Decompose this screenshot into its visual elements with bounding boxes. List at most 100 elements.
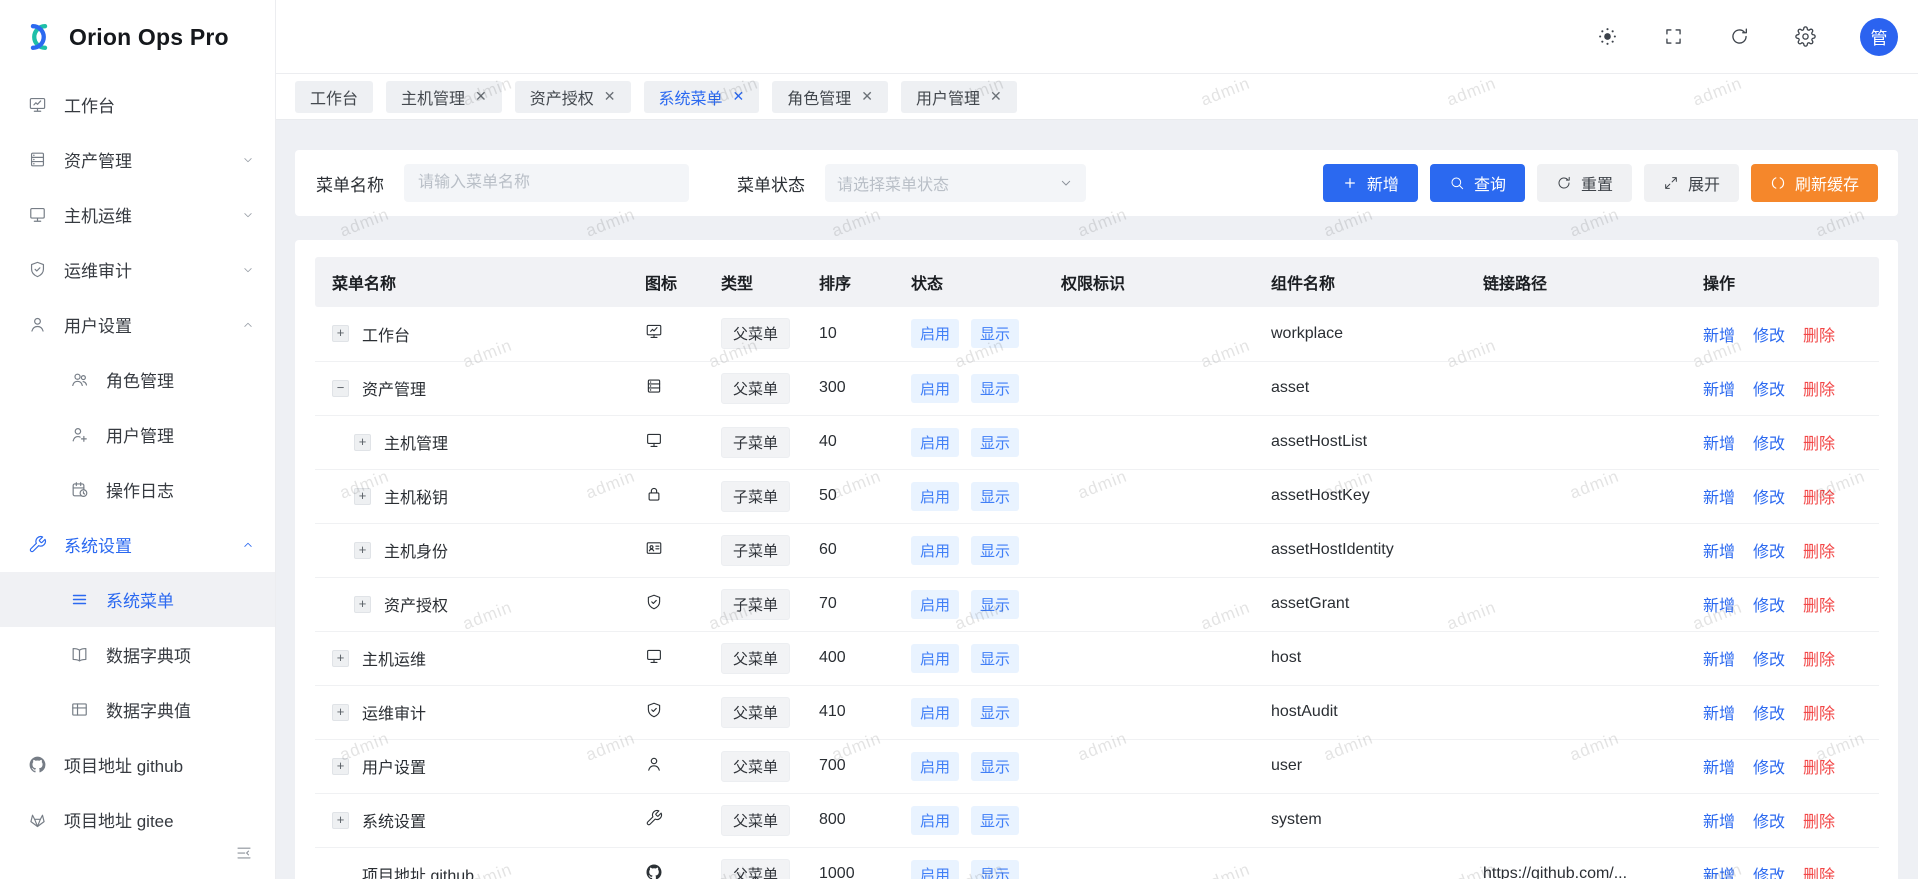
- row-delete-link[interactable]: 删除: [1803, 382, 1835, 399]
- tab-label: 工作台: [310, 85, 358, 109]
- tree-node: −资产管理: [315, 376, 645, 400]
- tabstrip: 工作台 主机管理✕ 资产授权✕ 系统菜单✕ 角色管理✕ 用户管理✕: [276, 74, 1918, 120]
- expand-toggle[interactable]: +: [354, 596, 371, 613]
- tab-role-management[interactable]: 角色管理✕: [772, 81, 888, 113]
- row-add-link[interactable]: 新增: [1703, 328, 1735, 345]
- button-label: 重置: [1581, 171, 1613, 195]
- avatar[interactable]: 管: [1860, 18, 1898, 56]
- row-edit-link[interactable]: 修改: [1753, 490, 1785, 507]
- row-add-link[interactable]: 新增: [1703, 652, 1735, 669]
- status-badge: 显示: [971, 482, 1019, 511]
- shield-check-icon: [645, 701, 663, 719]
- row-edit-link[interactable]: 修改: [1753, 868, 1785, 879]
- row-add-link[interactable]: 新增: [1703, 598, 1735, 615]
- expand-toggle[interactable]: +: [332, 650, 349, 667]
- expand-toggle[interactable]: +: [354, 542, 371, 559]
- sidebar-item-label: 工作台: [64, 92, 255, 117]
- refresh-cache-button[interactable]: 刷新缓存: [1751, 164, 1878, 202]
- row-add-link[interactable]: 新增: [1703, 544, 1735, 561]
- menu-type-cell: 子菜单: [721, 469, 819, 523]
- expand-button[interactable]: 展开: [1644, 164, 1739, 202]
- tab-system-menu[interactable]: 系统菜单✕: [644, 81, 760, 113]
- sidebar-item-dict-items[interactable]: 数据字典项: [0, 627, 275, 682]
- add-button[interactable]: 新增: [1323, 164, 1418, 202]
- sidebar-item-user-management[interactable]: 用户管理: [0, 407, 275, 462]
- row-edit-link[interactable]: 修改: [1753, 382, 1785, 399]
- table-row: +工作台父菜单10启用显示workplace新增修改删除: [315, 307, 1879, 361]
- status-badge: 显示: [971, 860, 1019, 879]
- row-delete-link[interactable]: 删除: [1803, 544, 1835, 561]
- sidebar-item-project-github[interactable]: 项目地址 github: [0, 737, 275, 792]
- menu-name: 主机运维: [362, 646, 426, 670]
- expand-toggle[interactable]: +: [332, 758, 349, 775]
- menu-permission-cell: [1061, 361, 1271, 415]
- theme-toggle-button[interactable]: [1596, 26, 1618, 48]
- menu-name: 主机管理: [384, 430, 448, 454]
- sidebar-item-dict-values[interactable]: 数据字典值: [0, 682, 275, 737]
- row-delete-link[interactable]: 删除: [1803, 598, 1835, 615]
- expand-toggle[interactable]: +: [332, 704, 349, 721]
- row-delete-link[interactable]: 删除: [1803, 706, 1835, 723]
- sidebar-item-workbench[interactable]: 工作台: [0, 77, 275, 132]
- expand-toggle[interactable]: +: [332, 812, 349, 829]
- row-add-link[interactable]: 新增: [1703, 706, 1735, 723]
- sidebar-item-user-settings[interactable]: 用户设置: [0, 297, 275, 352]
- menu-icon-cell: [645, 577, 721, 631]
- tab-asset-grant[interactable]: 资产授权✕: [515, 81, 631, 113]
- row-edit-link[interactable]: 修改: [1753, 760, 1785, 777]
- row-delete-link[interactable]: 删除: [1803, 760, 1835, 777]
- tab-close-icon[interactable]: ✕: [475, 88, 487, 105]
- sidebar-item-host-ops[interactable]: 主机运维: [0, 187, 275, 242]
- row-add-link[interactable]: 新增: [1703, 490, 1735, 507]
- row-edit-link[interactable]: 修改: [1753, 814, 1785, 831]
- row-delete-link[interactable]: 删除: [1803, 814, 1835, 831]
- menu-name-cell: +系统设置: [315, 793, 645, 847]
- expand-toggle[interactable]: +: [354, 488, 371, 505]
- tab-workbench[interactable]: 工作台: [295, 81, 373, 113]
- expand-toggle[interactable]: +: [332, 325, 349, 342]
- row-edit-link[interactable]: 修改: [1753, 436, 1785, 453]
- sidebar-item-asset-management[interactable]: 资产管理: [0, 132, 275, 187]
- menu-component-cell: [1271, 847, 1483, 879]
- query-button[interactable]: 查询: [1430, 164, 1525, 202]
- expand-toggle[interactable]: +: [354, 434, 371, 451]
- row-add-link[interactable]: 新增: [1703, 868, 1735, 879]
- row-edit-link[interactable]: 修改: [1753, 598, 1785, 615]
- menu-permission-cell: [1061, 685, 1271, 739]
- sidebar-item-system-settings[interactable]: 系统设置: [0, 517, 275, 572]
- tab-close-icon[interactable]: ✕: [604, 88, 616, 105]
- sidebar-item-project-gitee[interactable]: 项目地址 gitee: [0, 792, 275, 847]
- row-edit-link[interactable]: 修改: [1753, 652, 1785, 669]
- tab-close-icon[interactable]: ✕: [990, 88, 1002, 105]
- tab-close-icon[interactable]: ✕: [733, 88, 745, 105]
- row-delete-link[interactable]: 删除: [1803, 436, 1835, 453]
- sidebar-item-ops-audit[interactable]: 运维审计: [0, 242, 275, 297]
- lock-icon: [645, 485, 663, 503]
- row-edit-link[interactable]: 修改: [1753, 328, 1785, 345]
- tab-user-management[interactable]: 用户管理✕: [901, 81, 1017, 113]
- reset-button[interactable]: 重置: [1537, 164, 1632, 202]
- row-delete-link[interactable]: 删除: [1803, 652, 1835, 669]
- row-edit-link[interactable]: 修改: [1753, 544, 1785, 561]
- sidebar-collapse-button[interactable]: [235, 844, 253, 865]
- reload-button[interactable]: [1728, 26, 1750, 48]
- tab-close-icon[interactable]: ✕: [861, 88, 873, 105]
- fullscreen-button[interactable]: [1662, 26, 1684, 48]
- row-add-link[interactable]: 新增: [1703, 814, 1735, 831]
- sidebar-item-operation-logs[interactable]: 操作日志: [0, 462, 275, 517]
- row-delete-link[interactable]: 删除: [1803, 868, 1835, 879]
- status-badge: 显示: [971, 752, 1019, 781]
- row-edit-link[interactable]: 修改: [1753, 706, 1785, 723]
- row-delete-link[interactable]: 删除: [1803, 328, 1835, 345]
- row-delete-link[interactable]: 删除: [1803, 490, 1835, 507]
- menu-status-select[interactable]: 请选择菜单状态: [825, 164, 1086, 202]
- sidebar-item-role-management[interactable]: 角色管理: [0, 352, 275, 407]
- menu-name-input[interactable]: [404, 164, 689, 202]
- settings-button[interactable]: [1794, 26, 1816, 48]
- row-add-link[interactable]: 新增: [1703, 382, 1735, 399]
- tab-host-management[interactable]: 主机管理✕: [386, 81, 502, 113]
- collapse-toggle[interactable]: −: [332, 380, 349, 397]
- row-add-link[interactable]: 新增: [1703, 436, 1735, 453]
- sidebar-item-system-menu[interactable]: 系统菜单: [0, 572, 275, 627]
- row-add-link[interactable]: 新增: [1703, 760, 1735, 777]
